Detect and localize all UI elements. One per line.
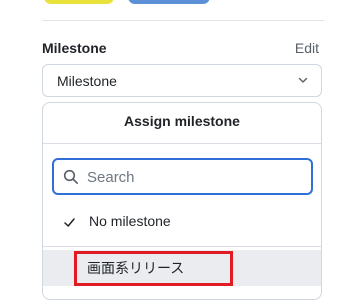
option-label: No milestone xyxy=(89,213,171,229)
milestone-search-field[interactable] xyxy=(52,158,313,195)
dropdown-divider xyxy=(43,246,321,247)
option-label: 画面系リリース xyxy=(87,260,185,276)
dropdown-divider xyxy=(43,143,321,144)
milestone-section-title: Milestone xyxy=(42,40,107,56)
label-chip-blue[interactable] xyxy=(128,0,210,4)
check-icon xyxy=(64,218,75,227)
dropdown-header: Assign milestone xyxy=(124,113,240,129)
milestone-select-value: Milestone xyxy=(57,73,117,89)
option-milestone-release[interactable]: 画面系リリース xyxy=(43,250,321,286)
milestone-select[interactable]: Milestone xyxy=(42,64,322,97)
assign-milestone-dropdown: Assign milestone No milestone 画面系リリース xyxy=(42,102,322,300)
milestone-sidebar: Milestone Edit Milestone Assign mileston… xyxy=(0,0,342,300)
milestone-search-input[interactable] xyxy=(85,165,309,189)
chevron-down-icon xyxy=(298,77,308,83)
option-no-milestone[interactable]: No milestone xyxy=(43,207,321,239)
label-chip-yellow[interactable] xyxy=(44,0,114,4)
edit-milestone-link[interactable]: Edit xyxy=(295,40,319,56)
search-icon xyxy=(63,169,78,184)
section-divider xyxy=(42,20,324,21)
